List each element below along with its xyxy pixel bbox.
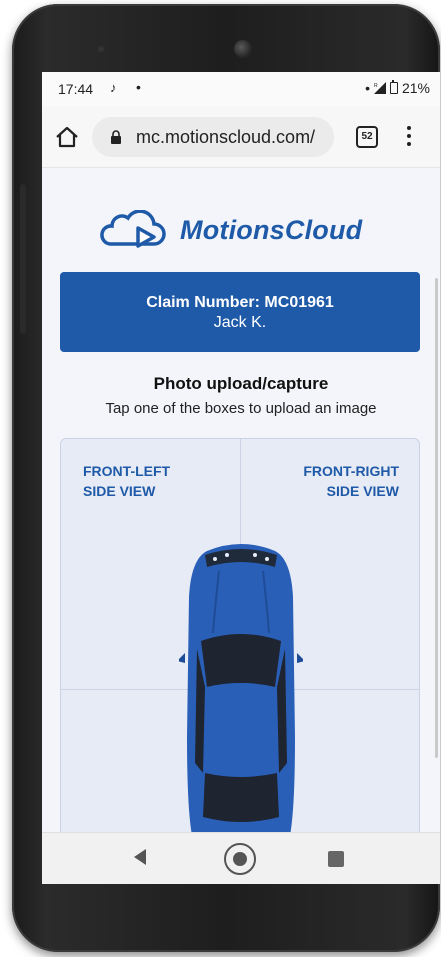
status-dot: • [365,80,370,96]
browser-address-bar: mc.motionscloud.com/ 52 [42,106,440,168]
section-subtitle: Tap one of the boxes to upload an image [105,400,377,417]
front-right-label: FRONT-RIGHT SIDE VIEW [303,463,399,499]
web-page: MotionsCloud Claim Number: MC01961 Jack … [42,168,440,832]
status-right: • R 21% [365,80,430,96]
recent-apps-icon[interactable] [328,851,344,867]
car-top-view-illustration [179,544,303,832]
status-time: 17:44 [58,81,94,97]
browser-menu-icon[interactable] [406,124,412,150]
notification-dot: • [136,79,141,95]
side-button [20,184,26,334]
section-title: Photo upload/capture [153,374,329,393]
status-bar: 17:44 ♪ • • R 21% [42,72,440,106]
cloud-play-icon [100,210,166,248]
logo-text: MotionsCloud [180,214,363,245]
battery-icon [389,80,398,94]
svg-text:R: R [374,83,378,89]
page-scrollbar[interactable] [435,278,438,758]
proximity-sensor [98,46,104,52]
home-circle-icon[interactable] [224,843,256,875]
claim-banner: Claim Number: MC01961 Jack K. [60,272,420,352]
front-left-label: FRONT-LEFT SIDE VIEW [83,463,171,499]
home-icon[interactable] [54,124,80,150]
signal-icon: R [373,82,386,94]
screen: 17:44 ♪ • • R 21% mc.motionscloud.com/ 5… [42,72,440,884]
android-nav-bar [42,832,440,884]
claim-number: Claim Number: MC01961 [146,294,334,311]
url-text: mc.motionscloud.com/ [136,127,316,147]
tab-switcher-button[interactable]: 52 [356,126,378,148]
tiktok-icon: ♪ [110,80,117,95]
back-icon[interactable] [134,849,146,865]
claimant-name: Jack K. [213,314,267,331]
photo-upload-grid: FRONT-LEFT SIDE VIEW FRONT-RIGHT SIDE VI… [60,438,420,832]
lock-icon [111,130,121,144]
phone-frame: 17:44 ♪ • • R 21% mc.motionscloud.com/ 5… [12,4,440,952]
motionscloud-logo: MotionsCloud [98,208,388,252]
url-field[interactable]: mc.motionscloud.com/ [92,117,334,157]
front-camera [234,40,252,58]
battery-percent: 21% [401,80,430,96]
